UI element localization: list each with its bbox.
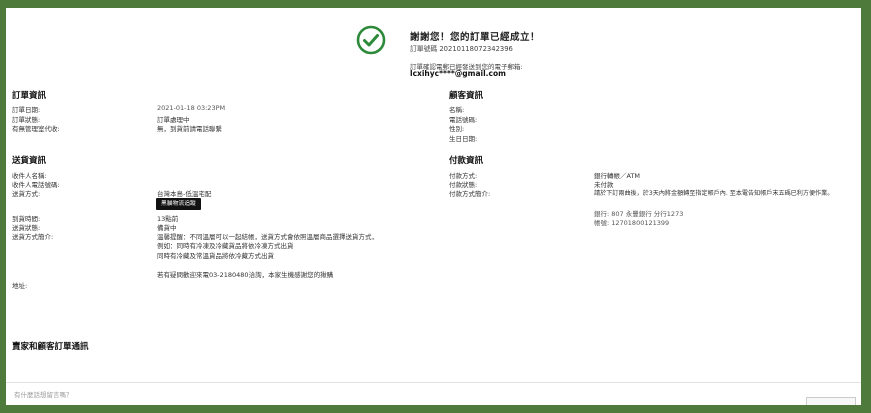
payment-info-title: 付款資訊 [449,156,484,166]
message-input[interactable] [12,387,796,403]
success-title: 謝謝您！您的訂單已經成立！ [410,32,541,43]
address-label: 地址: [12,282,28,290]
customer-gender-label: 性別: [449,125,465,133]
customer-info-title: 顧客資訊 [449,91,484,101]
payment-desc-label: 付款方式簡介: [449,190,491,198]
message-bar [6,382,861,405]
send-button[interactable] [806,397,856,405]
contact-line: 若有疑問歡迎來電03-2180480洽詢，本家生機感謝您的揪購 [157,271,334,279]
communication-title: 賣家和顧客訂單通訊 [12,342,89,352]
shipping-desc-line: 例如：同時有冷凍及冷藏貨品將依冷凍方式出貨 [157,242,294,250]
order-number: 訂單號碼 20210118072342396 [410,45,513,53]
reception-value: 無，到貨前請電話聯繫 [157,125,222,133]
shipping-method-label: 送貨方式: [12,190,41,198]
reception-label: 有無管理室代收: [12,125,60,133]
order-date-label: 訂單日期: [12,106,41,114]
check-circle-icon [356,25,386,55]
customer-birthday-label: 生日日期: [449,135,478,143]
payment-desc-line: 請於下訂兩曲後，於3天內將金額轉至指定帳戶內. 至本電告知帳戶末五碼已利方便作業… [594,190,834,197]
account-line: 帳號: 12701800121399 [594,219,670,227]
customer-name-label: 名稱: [449,106,465,114]
success-banner: 謝謝您！您的訂單已經成立！ 訂單號碼 20210118072342396 訂單確… [356,16,856,86]
order-confirmation-page: 謝謝您！您的訂單已經成立！ 訂單號碼 20210118072342396 訂單確… [6,8,861,405]
shipping-desc-label: 送貨方式簡介: [12,233,54,241]
customer-email: lcxihyc****@gmail.com [410,69,506,78]
shipping-info-title: 送貨資訊 [12,156,47,166]
shipping-method-value: 台灣本島-低溫宅配 [157,190,212,198]
order-date-value: 2021-01-18 03:23PM [157,104,226,112]
order-info-title: 訂單資訊 [12,91,47,101]
tracking-button[interactable]: 黑貓物流追蹤 [156,198,201,210]
shipping-desc-line: 同時有冷藏及常溫貨品將依冷藏方式出貨 [157,252,274,260]
